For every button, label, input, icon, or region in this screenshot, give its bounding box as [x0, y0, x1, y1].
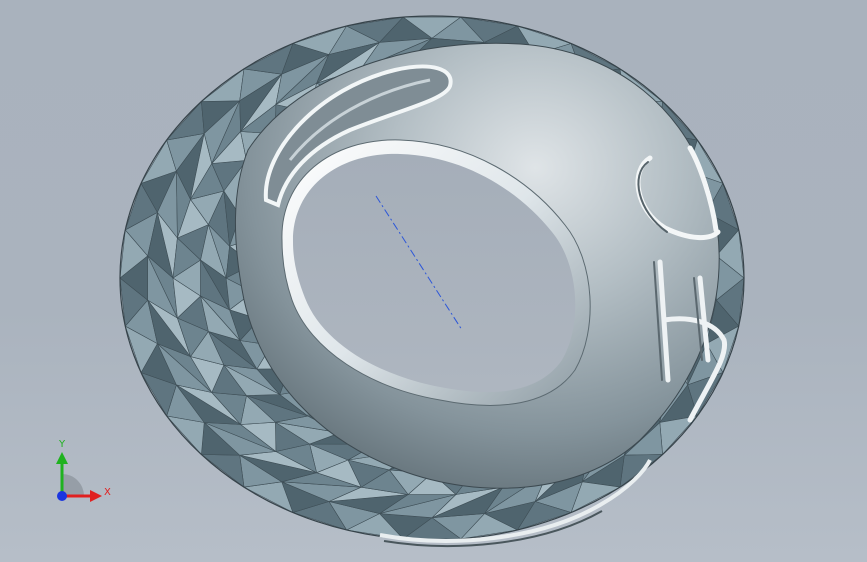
- triad-x-arrow-icon: [90, 490, 102, 502]
- triad-x-label: X: [104, 487, 111, 498]
- coordinate-triad: Y X: [42, 438, 122, 518]
- triad-y-label: Y: [59, 439, 66, 450]
- ring-model-view[interactable]: [0, 0, 867, 562]
- 3d-graphics-viewport[interactable]: Y X: [0, 0, 867, 562]
- facet-triangle: [200, 68, 245, 102]
- triad-y-arrow-icon: [56, 452, 68, 464]
- facet-triangle: [200, 454, 245, 488]
- facet-triangle: [165, 100, 205, 141]
- triad-z-axis-dot: [57, 491, 67, 501]
